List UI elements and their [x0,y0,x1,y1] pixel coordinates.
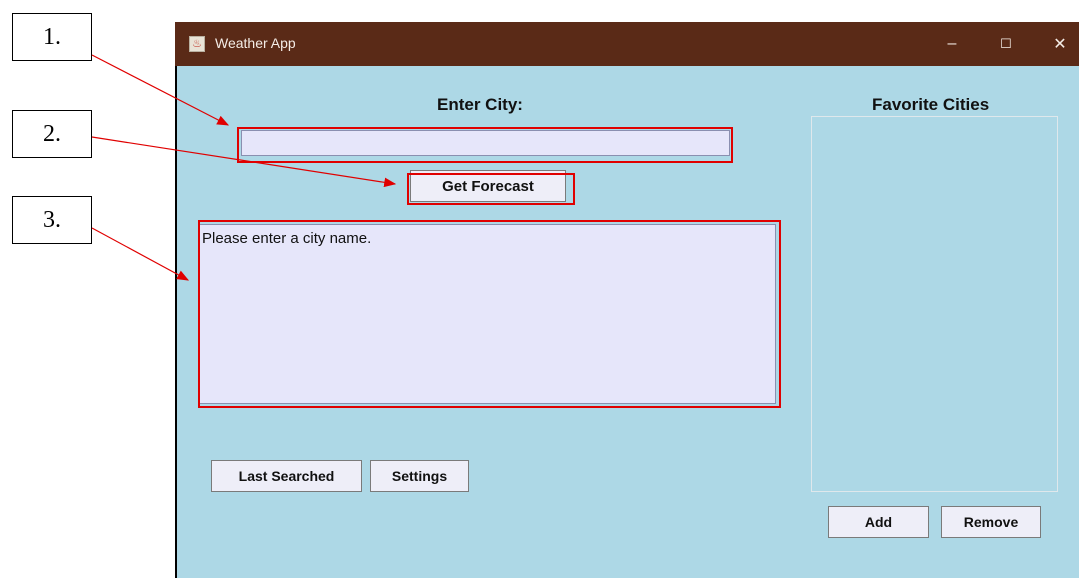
annotation-arrow-2 [91,136,397,188]
annotation-arrow-1 [91,54,230,126]
annotation-arrows [91,54,397,281]
annotation-arrow-3 [91,227,190,281]
